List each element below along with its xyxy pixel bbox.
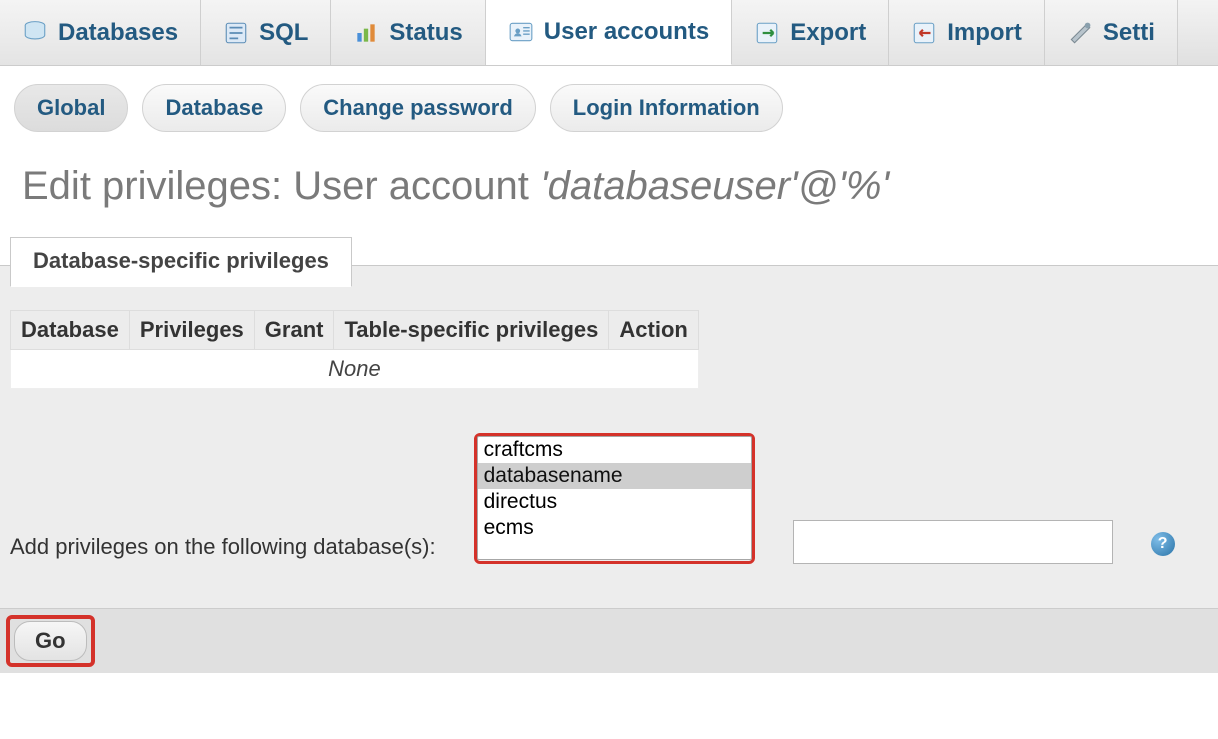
privileges-table-header-row: DatabasePrivilegesGrantTable-specific pr…: [11, 311, 699, 350]
main-tab-label: Import: [947, 19, 1022, 47]
database-icon: [22, 20, 48, 46]
sub-tabs: Global Database Change password Login Infor…: [0, 66, 1218, 140]
main-tab-label: Status: [389, 19, 462, 47]
database-select-highlight: craftcmsdatabasenamedirectusecms: [474, 433, 755, 564]
privileges-table: DatabasePrivilegesGrantTable-specific pr…: [10, 310, 699, 389]
sql-icon: [223, 20, 249, 46]
main-tab-export[interactable]: Export: [732, 0, 889, 65]
import-icon: [911, 20, 937, 46]
page-title: Edit privileges: User account 'databaseu…: [0, 140, 1218, 237]
privileges-col-0: Database: [11, 311, 130, 350]
go-button[interactable]: Go: [14, 621, 87, 661]
go-button-highlight: Go: [6, 615, 95, 667]
privileges-col-3: Table-specific privileges: [334, 311, 609, 350]
sub-tab-logininf[interactable]: Login Information: [550, 84, 783, 132]
privileges-col-2: Grant: [254, 311, 334, 350]
main-tab-status[interactable]: Status: [331, 0, 485, 65]
sub-tab-database[interactable]: Database: [142, 84, 286, 132]
main-tab-sql[interactable]: SQL: [201, 0, 331, 65]
main-tab-label: User accounts: [544, 18, 709, 46]
main-tab-settings[interactable]: Setti: [1045, 0, 1178, 65]
privileges-panel: Database-specific privileges DatabasePri…: [0, 265, 1218, 608]
database-option[interactable]: databasename: [478, 463, 751, 489]
privileges-col-1: Privileges: [129, 311, 254, 350]
privileges-table-none: None: [11, 350, 699, 389]
database-option[interactable]: craftcms: [478, 437, 751, 463]
panel-tab-title: Database-specific privileges: [10, 237, 352, 287]
add-privileges-label: Add privileges on the following database…: [10, 534, 436, 564]
users-icon: [508, 19, 534, 45]
database-option[interactable]: ecms: [478, 515, 751, 541]
status-icon: [353, 20, 379, 46]
page-title-prefix: Edit privileges: User account: [22, 164, 540, 208]
database-text-input[interactable]: [793, 520, 1113, 564]
main-tab-import[interactable]: Import: [889, 0, 1045, 65]
privileges-table-empty-row: None: [11, 350, 699, 389]
add-privileges-row: Add privileges on the following database…: [0, 419, 1218, 578]
sub-tab-global[interactable]: Global: [14, 84, 128, 132]
settings-icon: [1067, 20, 1093, 46]
help-icon[interactable]: ?: [1151, 532, 1175, 556]
main-tab-label: Export: [790, 19, 866, 47]
database-option[interactable]: directus: [478, 489, 751, 515]
main-tab-databases[interactable]: Databases: [0, 0, 201, 65]
main-tab-users[interactable]: User accounts: [486, 0, 732, 65]
page-title-user: 'databaseuser'@'%': [540, 164, 889, 208]
panel-body: DatabasePrivilegesGrantTable-specific pr…: [0, 265, 1218, 608]
database-select[interactable]: craftcmsdatabasenamedirectusecms: [477, 436, 752, 560]
main-tab-label: Setti: [1103, 19, 1155, 47]
privileges-col-4: Action: [609, 311, 698, 350]
main-tab-label: SQL: [259, 19, 308, 47]
main-tab-label: Databases: [58, 19, 178, 47]
sub-tab-changepw[interactable]: Change password: [300, 84, 535, 132]
action-bar: Go: [0, 608, 1218, 673]
main-tabs: Databases SQL Status User accounts Export Imp…: [0, 0, 1218, 66]
export-icon: [754, 20, 780, 46]
